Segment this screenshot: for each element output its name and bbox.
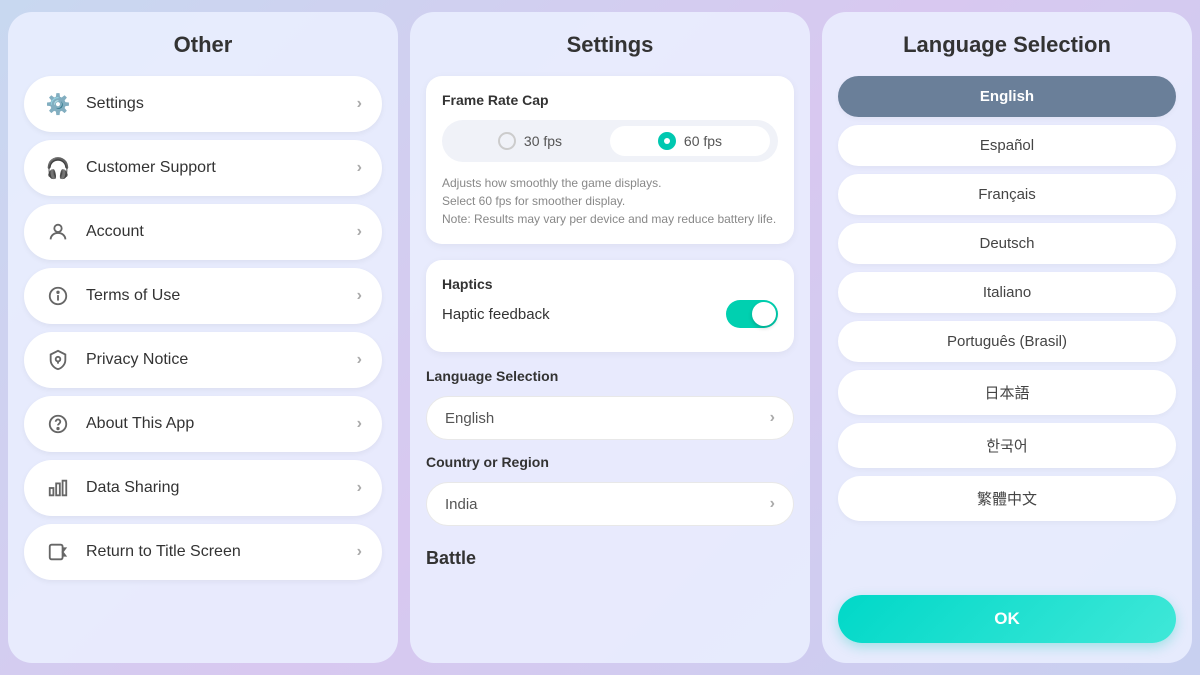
left-panel: Other ⚙️ Settings › 🎧 Customer Support › xyxy=(8,12,398,663)
chevron-icon: › xyxy=(357,351,362,369)
fps-description: Adjusts how smoothly the game displays.S… xyxy=(442,174,778,228)
settings-title: Settings xyxy=(426,32,794,58)
lang-item-ko[interactable]: 한국어 xyxy=(838,423,1176,468)
lang-item-de[interactable]: Deutsch xyxy=(838,223,1176,264)
privacy-label: Privacy Notice xyxy=(86,351,188,369)
return-icon xyxy=(44,538,72,566)
fps-60-radio xyxy=(658,132,676,150)
fps-60-label: 60 fps xyxy=(684,133,722,149)
lang-item-ja[interactable]: 日本語 xyxy=(838,370,1176,415)
language-section-title: Language Selection xyxy=(426,368,794,384)
shield-icon xyxy=(44,346,72,374)
lang-item-it[interactable]: Italiano xyxy=(838,272,1176,313)
language-chevron: › xyxy=(770,409,775,427)
lang-item-pt[interactable]: Português (Brasil) xyxy=(838,321,1176,362)
question-icon xyxy=(44,410,72,438)
haptics-card: Haptics Haptic feedback xyxy=(426,260,794,352)
country-section-title: Country or Region xyxy=(426,454,794,470)
account-icon xyxy=(44,218,72,246)
chevron-icon: › xyxy=(357,159,362,177)
country-value: India xyxy=(445,496,478,513)
language-selector[interactable]: English › xyxy=(426,396,794,440)
haptic-label: Haptic feedback xyxy=(442,306,550,323)
language-value: English xyxy=(445,410,494,427)
frame-rate-card: Frame Rate Cap 30 fps 60 fps Adjusts how… xyxy=(426,76,794,244)
headphone-icon: 🎧 xyxy=(44,154,72,182)
menu-item-return[interactable]: Return to Title Screen › xyxy=(24,524,382,580)
chevron-icon: › xyxy=(357,223,362,241)
menu-item-settings[interactable]: ⚙️ Settings › xyxy=(24,76,382,132)
lang-item-en[interactable]: English xyxy=(838,76,1176,117)
language-section: Language Selection English › xyxy=(426,368,794,440)
fps-60-option[interactable]: 60 fps xyxy=(610,126,770,156)
right-panel: Language Selection English Español Françai… xyxy=(822,12,1192,663)
country-selector[interactable]: India › xyxy=(426,482,794,526)
frame-rate-title: Frame Rate Cap xyxy=(442,92,778,108)
info-icon xyxy=(44,282,72,310)
battle-title: Battle xyxy=(426,548,794,569)
chevron-icon: › xyxy=(357,95,362,113)
haptic-feedback-row: Haptic feedback xyxy=(442,300,778,328)
menu-item-account[interactable]: Account › xyxy=(24,204,382,260)
return-label: Return to Title Screen xyxy=(86,543,241,561)
fps-selector[interactable]: 30 fps 60 fps xyxy=(442,120,778,162)
fps-30-option[interactable]: 30 fps xyxy=(450,126,610,156)
settings-icon: ⚙️ xyxy=(44,90,72,118)
menu-item-terms[interactable]: Terms of Use › xyxy=(24,268,382,324)
country-section: Country or Region India › xyxy=(426,454,794,526)
lang-item-es[interactable]: Español xyxy=(838,125,1176,166)
fps-30-label: 30 fps xyxy=(524,133,562,149)
menu-item-about[interactable]: About This App › xyxy=(24,396,382,452)
chevron-icon: › xyxy=(357,287,362,305)
chart-icon xyxy=(44,474,72,502)
terms-label: Terms of Use xyxy=(86,287,180,305)
chevron-icon: › xyxy=(357,415,362,433)
chevron-icon: › xyxy=(357,543,362,561)
language-selection-title: Language Selection xyxy=(838,32,1176,58)
data-sharing-label: Data Sharing xyxy=(86,479,179,497)
menu-item-customer-support[interactable]: 🎧 Customer Support › xyxy=(24,140,382,196)
haptic-toggle[interactable] xyxy=(726,300,778,328)
menu-list: ⚙️ Settings › 🎧 Customer Support › Acco xyxy=(24,76,382,580)
middle-panel: Settings Frame Rate Cap 30 fps 60 fps Ad… xyxy=(410,12,810,663)
language-list: English Español Français Deutsch Italiano Por… xyxy=(838,76,1176,521)
about-label: About This App xyxy=(86,415,194,433)
toggle-knob xyxy=(752,302,776,326)
customer-support-label: Customer Support xyxy=(86,159,216,177)
country-chevron: › xyxy=(770,495,775,513)
lang-item-fr[interactable]: Français xyxy=(838,174,1176,215)
account-label: Account xyxy=(86,223,144,241)
menu-item-data-sharing[interactable]: Data Sharing › xyxy=(24,460,382,516)
ok-button[interactable]: OK xyxy=(838,595,1176,643)
haptics-section-title: Haptics xyxy=(442,276,778,292)
lang-item-zh[interactable]: 繁體中文 xyxy=(838,476,1176,521)
chevron-icon: › xyxy=(357,479,362,497)
left-panel-title: Other xyxy=(24,32,382,58)
fps-30-radio xyxy=(498,132,516,150)
settings-label: Settings xyxy=(86,95,144,113)
menu-item-privacy[interactable]: Privacy Notice › xyxy=(24,332,382,388)
